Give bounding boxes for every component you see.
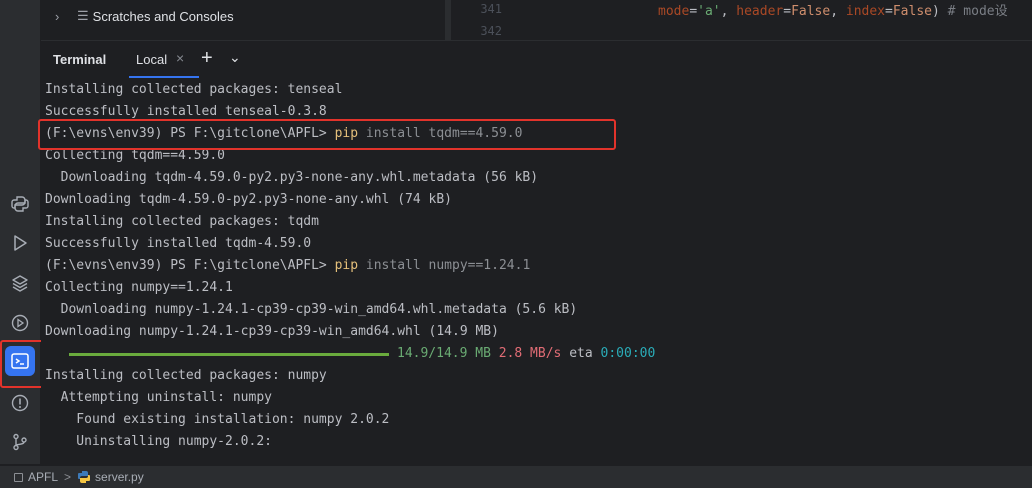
problems-icon[interactable] bbox=[8, 391, 32, 415]
tool-window-sidebar bbox=[0, 0, 41, 464]
terminal-line: Downloading tqdm-4.59.0-py2.py3-none-any… bbox=[45, 192, 452, 207]
project-tree-item[interactable]: › ☰ Scratches and Consoles bbox=[41, 0, 451, 32]
progress-speed: 2.8 MB/s bbox=[498, 346, 562, 361]
terminal-header: Terminal Local × + ⌄ bbox=[41, 40, 1032, 78]
terminal-title: Terminal bbox=[53, 52, 107, 67]
project-icon bbox=[14, 472, 23, 482]
editor-strip: › ☰ Scratches and Consoles 341 342 mode=… bbox=[41, 0, 1032, 40]
editor-gutter: 341 342 bbox=[452, 0, 528, 40]
line-number: 341 bbox=[480, 2, 502, 16]
command-args: install numpy==1.24.1 bbox=[358, 258, 531, 273]
terminal-line: Attempting uninstall: numpy bbox=[45, 390, 272, 405]
python-console-icon[interactable] bbox=[8, 192, 32, 216]
terminal-line: Collecting numpy==1.24.1 bbox=[45, 280, 233, 295]
chevron-right-icon[interactable]: › bbox=[55, 9, 69, 24]
line-number: 342 bbox=[480, 24, 502, 38]
breadcrumb-separator: > bbox=[64, 470, 72, 484]
terminal-line: (F:\evns\env39) PS F:\gitclone\APFL> pip… bbox=[45, 255, 530, 277]
command-name: pip bbox=[334, 126, 359, 141]
code-token: 'a' bbox=[697, 4, 721, 19]
tab-local-label: Local bbox=[136, 52, 168, 67]
project-tree-item-label: Scratches and Consoles bbox=[92, 8, 234, 24]
git-icon[interactable] bbox=[8, 430, 32, 454]
code-token: ) bbox=[931, 4, 948, 19]
terminal-prompt: (F:\evns\env39) PS F:\gitclone\APFL> bbox=[45, 126, 335, 141]
terminal-line: Collecting tqdm==4.59.0 bbox=[45, 148, 226, 163]
terminal-line: Found existing installation: numpy 2.0.2 bbox=[45, 412, 390, 427]
breadcrumb-file[interactable]: server.py bbox=[95, 470, 144, 484]
command-name: pip bbox=[334, 258, 359, 273]
terminal-line: (F:\evns\env39) PS F:\gitclone\APFL> pip… bbox=[45, 123, 522, 145]
code-token: index bbox=[845, 4, 886, 19]
code-token: = bbox=[689, 4, 698, 19]
code-token: = bbox=[783, 4, 792, 19]
progress-eta-label: eta bbox=[569, 346, 593, 361]
terminal-line: Downloading numpy-1.24.1-cp39-cp39-win_a… bbox=[45, 324, 499, 339]
close-icon[interactable]: × bbox=[176, 50, 184, 66]
terminal-line: Downloading numpy-1.24.1-cp39-cp39-win_a… bbox=[45, 302, 578, 317]
code-token: False bbox=[892, 4, 932, 19]
code-token: mode bbox=[658, 4, 690, 19]
tab-local[interactable]: Local × bbox=[129, 41, 199, 78]
terminal-output[interactable]: Installing collected packages: tenseal S… bbox=[41, 78, 1032, 464]
code-token: False bbox=[791, 4, 831, 19]
add-terminal-button[interactable]: + bbox=[201, 47, 213, 70]
terminal-prompt: (F:\evns\env39) PS F:\gitclone\APFL> bbox=[45, 258, 335, 273]
progress-size: 14.9/14.9 MB bbox=[397, 346, 491, 361]
status-bar: APFL > server.py bbox=[0, 465, 1032, 488]
panel-divider[interactable] bbox=[445, 0, 451, 40]
terminal-icon[interactable] bbox=[5, 346, 35, 376]
breadcrumb-project[interactable]: APFL bbox=[28, 470, 58, 484]
terminal-line: Successfully installed tqdm-4.59.0 bbox=[45, 236, 312, 251]
layers-icon[interactable] bbox=[8, 271, 32, 295]
code-token: = bbox=[885, 4, 893, 19]
progress-eta: 0:00:00 bbox=[600, 346, 656, 361]
terminal-line: Installing collected packages: numpy bbox=[45, 368, 327, 383]
run-icon[interactable] bbox=[8, 231, 32, 255]
python-file-icon bbox=[78, 471, 91, 483]
scratches-icon: ☰ bbox=[77, 8, 89, 23]
code-line-341[interactable]: mode='a', header=False, index=False) # m… bbox=[658, 0, 1008, 19]
code-token: header bbox=[736, 4, 784, 19]
code-token: , bbox=[720, 4, 737, 19]
progress-stats: 14.9/14.9 MB 2.8 MB/s eta 0:00:00 bbox=[397, 343, 655, 365]
code-comment: # mode设 bbox=[947, 4, 1008, 19]
terminal-line: Successfully installed tenseal-0.3.8 bbox=[45, 104, 327, 119]
terminal-line: Downloading tqdm-4.59.0-py2.py3-none-any… bbox=[45, 170, 539, 185]
chevron-down-icon[interactable]: ⌄ bbox=[229, 49, 241, 66]
terminal-line: Uninstalling numpy-2.0.2: bbox=[45, 434, 272, 449]
terminal-line: Installing collected packages: tqdm bbox=[45, 214, 319, 229]
code-token: , bbox=[830, 4, 846, 19]
services-icon[interactable] bbox=[8, 311, 32, 335]
command-args: install tqdm==4.59.0 bbox=[358, 126, 523, 141]
terminal-line: Installing collected packages: tenseal bbox=[45, 82, 343, 97]
download-progress-bar bbox=[69, 353, 389, 356]
